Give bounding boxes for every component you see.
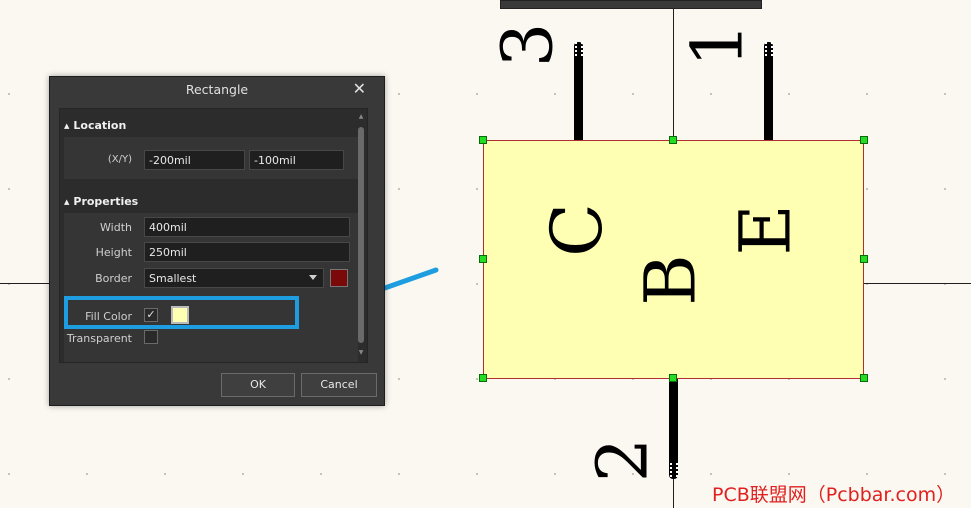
transparent-checkbox[interactable] <box>144 330 158 344</box>
scroll-down-icon[interactable]: ▼ <box>357 349 365 356</box>
selection-handle-middle-right[interactable] <box>860 255 868 263</box>
pin-2-number: 2 <box>581 437 664 483</box>
grid-dot <box>554 93 556 95</box>
grid-dot <box>86 473 88 475</box>
xy-label: (X/Y) <box>107 154 132 165</box>
close-icon[interactable]: ✕ <box>353 79 366 98</box>
grid-dot <box>788 473 790 475</box>
selection-handle-top-middle[interactable] <box>669 136 677 144</box>
dialog-title: Rectangle <box>185 82 249 97</box>
pin-1-number: 1 <box>676 22 759 68</box>
pin-3-hotspot <box>575 42 583 56</box>
selection-handle-bottom-left[interactable] <box>479 374 487 382</box>
pin-3-number: 3 <box>486 22 569 68</box>
location-header-label: Location <box>73 119 127 132</box>
top-toolbar-strip[interactable] <box>500 0 762 9</box>
rectangle-properties-dialog[interactable]: Rectangle ✕ ▲ Location (X/Y) -200mil -100… <box>49 76 385 406</box>
grid-dot <box>866 188 868 190</box>
body-letter-e: E <box>724 204 807 256</box>
properties-section-header[interactable]: ▲ Properties <box>60 191 358 213</box>
grid-dot <box>8 188 10 190</box>
grid-dot <box>866 473 868 475</box>
ok-button[interactable]: OK <box>221 373 295 397</box>
properties-section-body: Width 400mil Height 250mil Border Smalle… <box>64 213 358 362</box>
border-width-value: Smallest <box>149 272 197 285</box>
width-label: Width <box>100 221 132 234</box>
grid-dot <box>476 93 478 95</box>
body-letter-c: C <box>535 203 618 257</box>
pin-1-hotspot <box>765 42 773 56</box>
body-letter-b: B <box>629 254 712 306</box>
grid-dot <box>944 188 946 190</box>
grid-dot <box>8 473 10 475</box>
pin-2-hotspot <box>670 463 678 477</box>
grid-dot <box>398 93 400 95</box>
selection-handle-bottom-middle[interactable] <box>669 374 677 382</box>
height-label: Height <box>95 246 132 259</box>
grid-dot <box>944 93 946 95</box>
grid-dot <box>398 188 400 190</box>
grid-dot <box>320 473 322 475</box>
scroll-up-icon[interactable]: ▲ <box>357 113 365 120</box>
grid-dot <box>476 378 478 380</box>
pin-3[interactable] <box>574 42 583 146</box>
location-y-input[interactable]: -100mil <box>249 150 344 170</box>
border-width-select[interactable]: Smallest <box>144 268 324 288</box>
grid-dot <box>554 473 556 475</box>
grid-dot <box>944 378 946 380</box>
chevron-down-icon[interactable] <box>309 275 317 280</box>
grid-dot <box>398 378 400 380</box>
selection-handle-middle-left[interactable] <box>479 255 487 263</box>
grid-dot <box>242 473 244 475</box>
pin-1[interactable] <box>764 42 773 146</box>
collapse-triangle-icon[interactable]: ▲ <box>64 198 69 206</box>
grid-dot <box>866 93 868 95</box>
border-color-swatch[interactable] <box>330 269 348 287</box>
selection-handle-top-right[interactable] <box>860 136 868 144</box>
location-section-body: (X/Y) -200mil -100mil <box>64 137 358 179</box>
grid-dot <box>476 188 478 190</box>
collapse-triangle-icon[interactable]: ▲ <box>64 122 69 130</box>
location-x-input[interactable]: -200mil <box>144 150 245 170</box>
grid-dot <box>788 93 790 95</box>
watermark-text: PCB联盟网（Pcbbar.com） <box>712 484 956 506</box>
selection-handle-bottom-right[interactable] <box>860 374 868 382</box>
axis-vertical-top <box>673 9 674 140</box>
selection-handle-top-left[interactable] <box>479 136 487 144</box>
transparent-label: Transparent <box>66 332 132 345</box>
grid-dot <box>476 473 478 475</box>
border-label: Border <box>95 272 132 285</box>
grid-dot <box>8 378 10 380</box>
grid-dot <box>8 93 10 95</box>
fill-color-highlight-annotation <box>64 296 299 329</box>
grid-dot <box>710 473 712 475</box>
grid-dot <box>164 473 166 475</box>
grid-dot <box>632 93 634 95</box>
scrollbar-thumb[interactable] <box>358 127 364 343</box>
axis-horizontal-right <box>864 283 971 284</box>
grid-dot <box>944 473 946 475</box>
grid-dot <box>476 283 478 285</box>
panel-scrollbar[interactable]: ▲ ▼ <box>357 113 365 359</box>
axis-horizontal-left <box>0 283 50 284</box>
grid-dot <box>710 93 712 95</box>
cancel-button[interactable]: Cancel <box>301 373 377 397</box>
height-input[interactable]: 250mil <box>144 242 350 262</box>
properties-header-label: Properties <box>73 195 139 208</box>
location-section-header[interactable]: ▲ Location <box>60 115 358 137</box>
width-input[interactable]: 400mil <box>144 217 350 237</box>
grid-dot <box>398 473 400 475</box>
